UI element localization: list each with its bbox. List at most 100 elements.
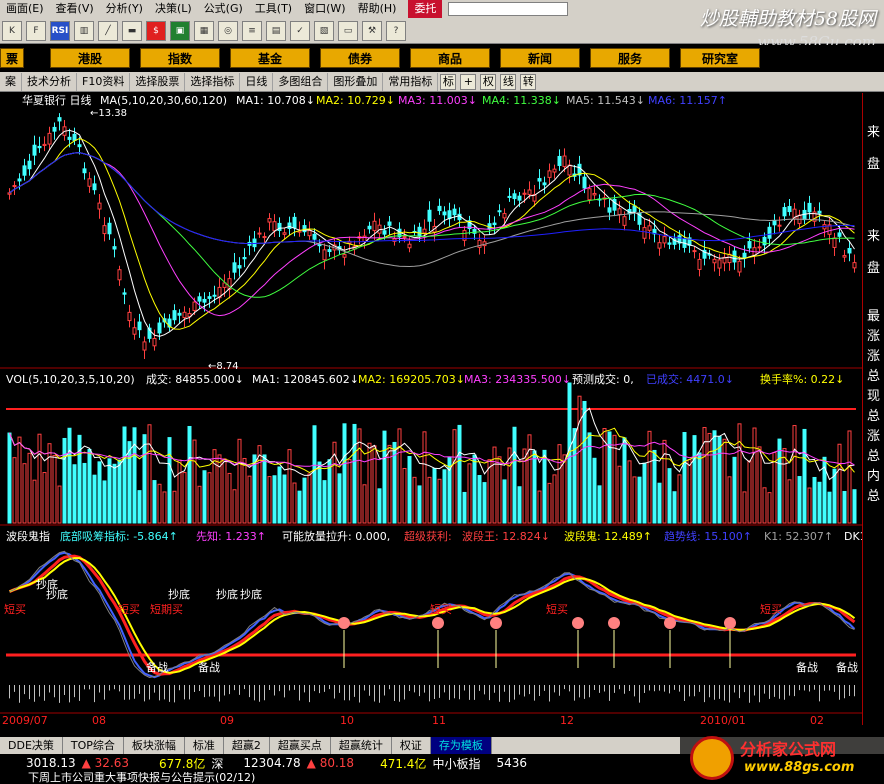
volume-bar [442, 469, 447, 524]
tb-multi-chart[interactable]: 多图组合 [273, 72, 329, 91]
menu-item-tools[interactable]: 工具(T) [249, 0, 298, 18]
help-icon[interactable]: ? [386, 20, 406, 41]
candle [767, 226, 772, 239]
candle [197, 296, 202, 302]
ruler-icon[interactable]: ▬ [122, 20, 142, 41]
volume-bar [572, 428, 577, 524]
rp-0: 来 [867, 125, 881, 140]
ma2-value: MA2: 10.729↓ [316, 94, 395, 107]
line-icon[interactable]: ╱ [98, 20, 118, 41]
menu-item-help[interactable]: 帮助(H) [352, 0, 403, 18]
tb-turn[interactable]: 转 [520, 73, 537, 90]
volume-bar [562, 454, 567, 524]
cat-hk[interactable]: 港股 [50, 48, 130, 68]
tb-plus[interactable]: + [460, 73, 477, 90]
tab-sector[interactable]: 板块涨幅 [124, 737, 185, 754]
tab-buy-point[interactable]: 超赢买点 [270, 737, 331, 754]
category-nav: 票 港股 指数 基金 债券 商品 新闻 服务 研究室 [0, 45, 884, 71]
candle [312, 233, 317, 240]
volume-bar [422, 431, 427, 524]
cat-news[interactable]: 新闻 [500, 48, 580, 68]
stock-chart[interactable]: 抄底抄底 抄底 抄底 抄底短买 短买 短期买 短买 短买 短买备战 备战 备战 备战 华夏银行 日线 … [0, 93, 862, 725]
tools-icon[interactable]: ⚒ [362, 20, 382, 41]
candle [607, 207, 612, 213]
f10-icon[interactable]: F [26, 20, 46, 41]
volume-bar [27, 452, 32, 524]
chart-toolbar: 案 技术分析 F10资料 选择股票 选择指标 日线 多图组合 图形叠加 常用指标… [0, 72, 884, 92]
tb-line[interactable]: 线 [500, 73, 517, 90]
tab-dde[interactable]: DDE决策 [0, 737, 63, 754]
candle [207, 296, 212, 299]
volume-bar [462, 491, 467, 524]
table-icon[interactable]: ▤ [266, 20, 286, 41]
volume-bar [192, 439, 197, 524]
volume-bar [17, 436, 22, 524]
menu-item-decision[interactable]: 决策(L) [149, 0, 198, 18]
menu-item-analyze[interactable]: 分析(Y) [100, 0, 149, 18]
binoculars-icon[interactable]: ◎ [218, 20, 238, 41]
tab-warrant[interactable]: 权证 [392, 737, 431, 754]
volume-bar [292, 482, 297, 524]
volume-bar [757, 446, 762, 524]
tb-tech-analysis[interactable]: 技术分析 [22, 72, 77, 91]
cat-fund[interactable]: 基金 [230, 48, 310, 68]
volume-bar [142, 434, 147, 524]
rsi-icon[interactable]: RSI [50, 20, 70, 41]
cat-commodity[interactable]: 商品 [410, 48, 490, 68]
menu-item-window[interactable]: 窗口(W) [298, 0, 351, 18]
cat-research[interactable]: 研究室 [680, 48, 760, 68]
flag-icon[interactable]: ▣ [170, 20, 190, 41]
vol-ma2: MA2: 169205.703↓ [358, 373, 465, 386]
volume-bar [712, 430, 717, 524]
tb-case[interactable]: 案 [0, 72, 22, 91]
volume-bar [132, 427, 137, 524]
candle [272, 221, 277, 232]
volume-bar [472, 454, 477, 524]
dollar-icon[interactable]: $ [146, 20, 166, 41]
candle [257, 232, 262, 235]
candle [32, 144, 37, 156]
ma6-value: MA6: 11.157↑ [648, 94, 727, 107]
chart-icon[interactable]: ▧ [314, 20, 334, 41]
search-input[interactable] [448, 2, 569, 16]
cat-stock[interactable]: 票 [0, 48, 24, 68]
menu-item-formula[interactable]: 公式(G) [198, 0, 249, 18]
candle [422, 228, 427, 234]
volume-bar [497, 456, 502, 524]
tb-common-indicator[interactable]: 常用指标 [383, 72, 439, 91]
menu-item-trade[interactable]: 委托 [408, 0, 443, 18]
volume-bar [342, 423, 347, 524]
k-chart-icon[interactable]: K [2, 20, 22, 41]
rp-10: 涨 [867, 429, 881, 444]
candle [582, 176, 587, 189]
volume-bar [547, 482, 552, 524]
candle [782, 207, 787, 217]
tab-save-template[interactable]: 存为模板 [430, 737, 492, 754]
tab-stats[interactable]: 超赢统计 [331, 737, 392, 754]
tab-standard[interactable]: 标准 [185, 737, 224, 754]
volume-bar [557, 444, 562, 524]
volume-bar [767, 492, 772, 524]
tb-mark[interactable]: 标 [440, 73, 457, 90]
cat-index[interactable]: 指数 [140, 48, 220, 68]
cat-bond[interactable]: 债券 [320, 48, 400, 68]
tab-top[interactable]: TOP综合 [63, 737, 124, 754]
candle [562, 155, 567, 168]
doc-icon[interactable]: ▭ [338, 20, 358, 41]
tb-select-indicator[interactable]: 选择指标 [185, 72, 241, 91]
tb-select-stock[interactable]: 选择股票 [130, 72, 186, 91]
tb-period[interactable]: 日线 [240, 72, 274, 91]
tb-right[interactable]: 权 [480, 73, 497, 90]
tb-f10[interactable]: F10资料 [77, 72, 131, 91]
cat-service[interactable]: 服务 [590, 48, 670, 68]
menu-item-view[interactable]: 查看(V) [50, 0, 100, 18]
bars-icon[interactable]: ▥ [74, 20, 94, 41]
tab-chaoying2[interactable]: 超赢2 [224, 737, 270, 754]
menu-item-draw[interactable]: 画面(E) [0, 0, 50, 18]
grid-icon[interactable]: ▦ [194, 20, 214, 41]
list-icon[interactable]: ≡ [242, 20, 262, 41]
candle [367, 225, 372, 230]
indicator-signal-label: 抄底 [216, 587, 238, 601]
tb-overlay[interactable]: 图形叠加 [328, 72, 384, 91]
check-icon[interactable]: ✓ [290, 20, 310, 41]
